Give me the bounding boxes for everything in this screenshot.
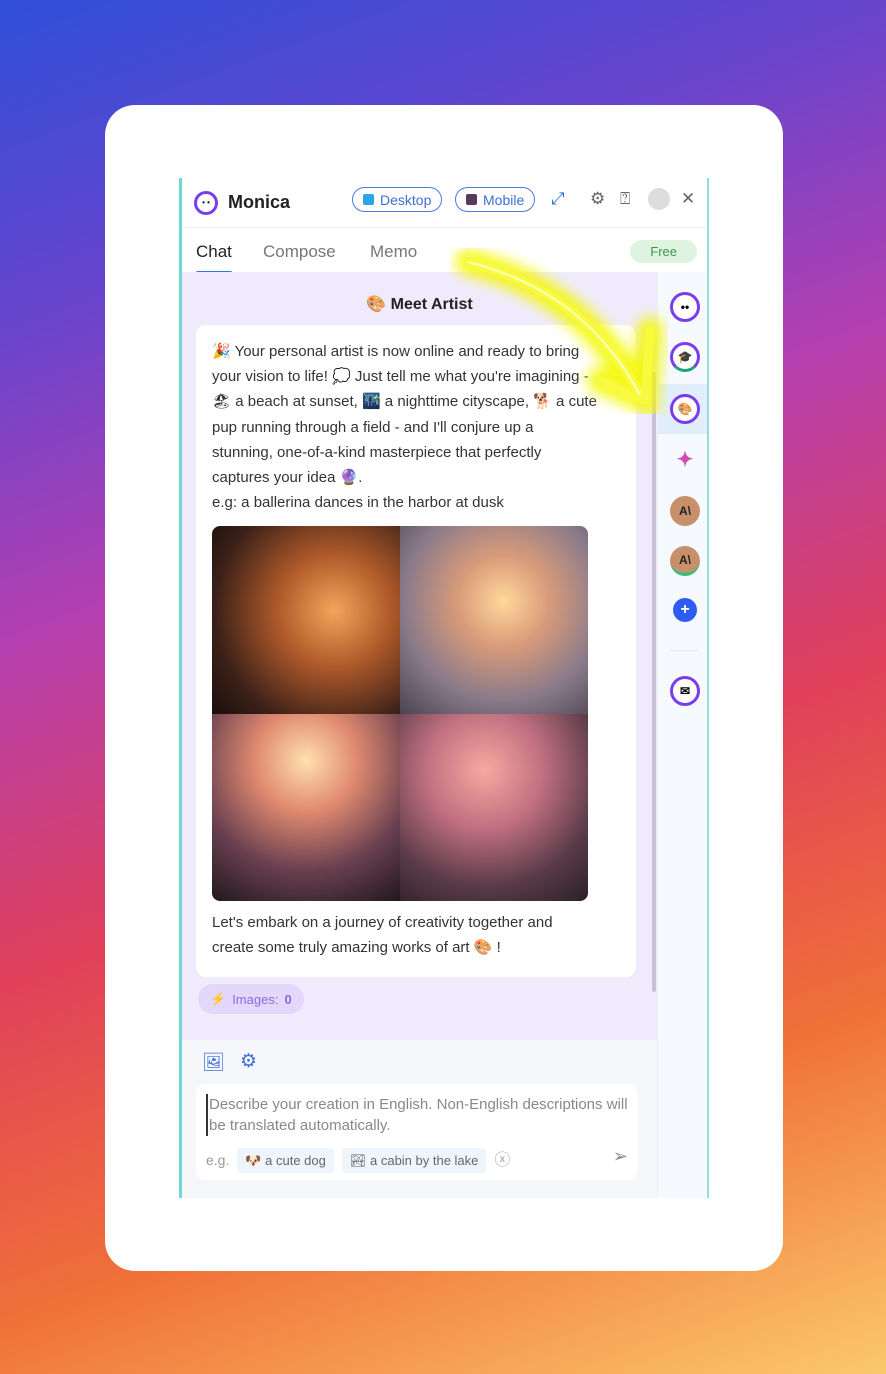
annotation-arrow — [455, 249, 663, 420]
